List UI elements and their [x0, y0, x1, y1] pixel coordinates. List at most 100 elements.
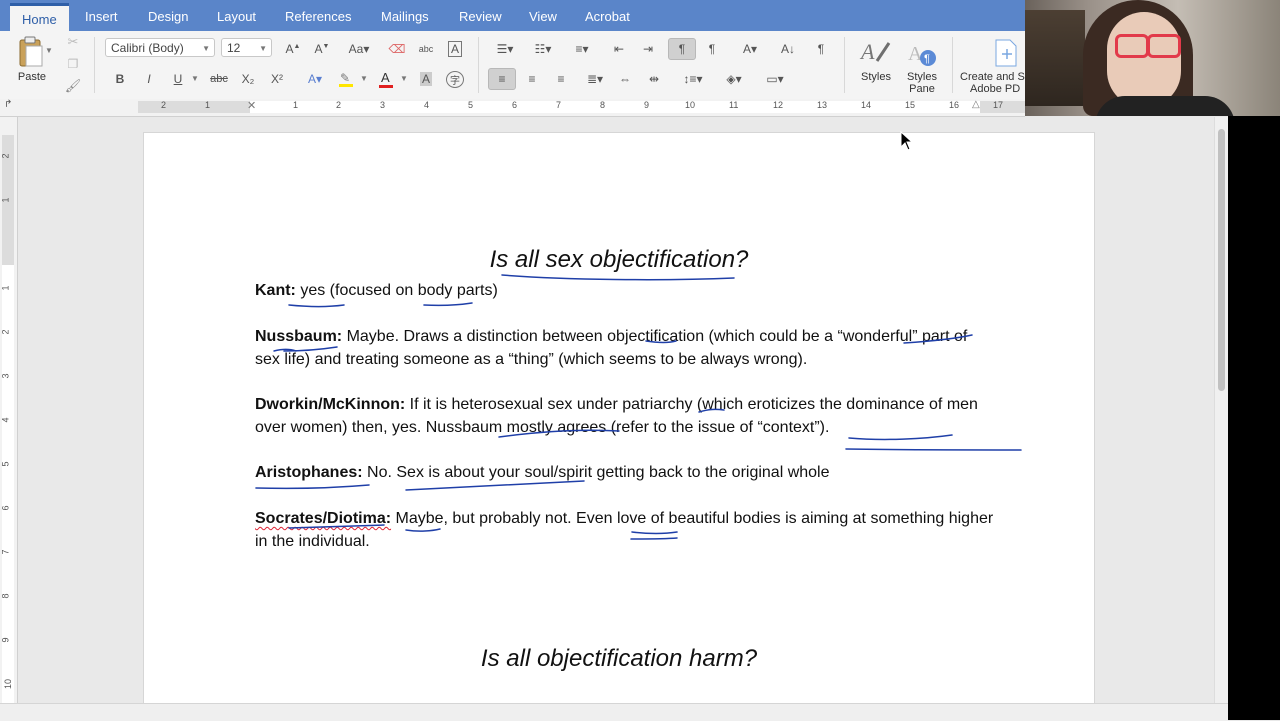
phonetic-guide-button[interactable]: abc [414, 38, 438, 60]
tab-home[interactable]: Home [10, 3, 69, 34]
webcam-shirt [1095, 96, 1235, 116]
strikethrough-button[interactable]: abc [205, 68, 233, 90]
decrease-indent-button[interactable]: ⇤ [606, 38, 632, 60]
highlighter-icon: ✎ [338, 71, 354, 87]
column-spacing-icon: ⇹ [648, 72, 660, 86]
pilcrow-icon: ¶ [817, 42, 825, 56]
styles-label: Styles [861, 71, 891, 83]
webcam-background [1025, 10, 1085, 106]
bullet-list-icon: ☰▾ [496, 42, 514, 56]
vruler-number: 10 [3, 678, 14, 690]
horizontal-ruler[interactable]: ↱ 2 1 ✕ 1 2 3 4 5 6 7 8 9 10 11 12 13 14… [0, 99, 1025, 117]
first-line-indent-marker-icon[interactable]: ✕ [247, 99, 256, 112]
vruler-number: 2 [0, 329, 11, 335]
superscript-button[interactable]: X² [264, 68, 290, 90]
column-spacing-button[interactable]: ⇹ [641, 68, 667, 90]
ruler-number: 10 [685, 100, 696, 110]
align-left-button[interactable]: ≡ [488, 68, 516, 90]
line-spacing-button[interactable]: ↕≡▾ [674, 68, 712, 90]
show-formatting-marks-button[interactable]: ¶ [807, 38, 835, 60]
text-effects-button[interactable]: A▾ [299, 68, 331, 90]
font-color-button[interactable]: A [372, 68, 400, 90]
styles-pane-button[interactable]: A ¶ [904, 37, 938, 69]
tab-selector-icon[interactable]: ↱ [4, 99, 12, 110]
distributed-button[interactable]: ⇔ [612, 68, 638, 90]
tab-design[interactable]: Design [136, 0, 200, 31]
paste-dropdown-caret-icon[interactable]: ▼ [44, 45, 54, 55]
underline-button[interactable]: U [166, 68, 190, 90]
font-size-select[interactable]: 12 ▼ [221, 38, 272, 57]
vruler-number: 5 [0, 461, 11, 467]
copy-icon[interactable]: ❐ [64, 55, 82, 73]
paragraph-dworkin-mckinnon[interactable]: Dworkin/McKinnon: If it is heterosexual … [255, 393, 995, 439]
asian-layout-button[interactable]: A▾ [732, 38, 768, 60]
svg-text:A: A [908, 43, 923, 65]
tab-layout[interactable]: Layout [205, 0, 268, 31]
borders-button[interactable]: ▭▾ [756, 68, 794, 90]
align-right-button[interactable]: ≡ [547, 68, 575, 90]
multilevel-list-button[interactable]: ≡▾ [564, 38, 600, 60]
paragraph-socrates-diotima[interactable]: Socrates/Diotima: Maybe, but probably no… [255, 507, 995, 553]
bullets-button[interactable]: ☰▾ [487, 38, 523, 60]
paste-button[interactable] [14, 35, 48, 69]
align-center-button[interactable]: ≡ [518, 68, 546, 90]
shrink-font-button[interactable]: A▼ [308, 38, 336, 60]
paragraph-nussbaum[interactable]: Nussbaum: Maybe. Draws a distinction bet… [255, 325, 995, 371]
numbered-list-icon: ☷▾ [534, 42, 552, 56]
styles-button[interactable]: A [858, 35, 894, 69]
numbering-button[interactable]: ☷▾ [525, 38, 561, 60]
tab-review[interactable]: Review [447, 0, 514, 31]
paragraph-name: Kant: [255, 282, 296, 299]
heading-1[interactable]: Is all sex objectification? [144, 246, 1094, 274]
right-indent-marker-icon[interactable]: △ [972, 99, 980, 110]
ltr-paragraph-button[interactable]: ¶ [668, 38, 696, 60]
subscript-button[interactable]: X₂ [235, 68, 261, 90]
format-painter-icon[interactable]: 🖌 [64, 77, 82, 95]
font-size-value: 12 [227, 41, 241, 55]
character-shading-button[interactable]: A [414, 68, 438, 90]
document-page[interactable]: Is all sex objectification? Kant: yes (f… [143, 132, 1095, 703]
justify-icon: ≣▾ [586, 72, 604, 86]
tab-references[interactable]: References [273, 0, 363, 31]
paragraph-aristophanes[interactable]: Aristophanes: No. Sex is about your soul… [255, 461, 995, 484]
paragraph-kant[interactable]: Kant: yes (focused on body parts) [255, 279, 995, 302]
tab-insert[interactable]: Insert [73, 0, 130, 31]
highlight-dropdown-caret-icon[interactable]: ▼ [360, 73, 368, 83]
ruler-margin-left [138, 101, 250, 113]
ink-underline [845, 448, 1022, 451]
increase-indent-button[interactable]: ⇥ [635, 38, 661, 60]
ribbon-tab-bar: Home Insert Design Layout References Mai… [0, 0, 1025, 34]
tab-acrobat[interactable]: Acrobat [573, 0, 642, 31]
grow-font-button[interactable]: A▲ [279, 38, 307, 60]
ribbon-separator [94, 37, 95, 93]
enclose-characters-button[interactable]: 字 [443, 68, 467, 90]
ruler-number: 16 [949, 100, 960, 110]
font-color-dropdown-caret-icon[interactable]: ▼ [400, 73, 408, 83]
underline-dropdown-caret-icon[interactable]: ▼ [191, 73, 199, 83]
change-case-button[interactable]: Aa▾ [341, 38, 377, 60]
ruler-number: 3 [380, 100, 386, 110]
cut-icon[interactable]: ✂ [64, 33, 82, 51]
character-border-button[interactable]: A [443, 38, 467, 60]
ruler-number: 1 [205, 100, 211, 110]
highlight-button[interactable]: ✎ [334, 68, 358, 90]
font-name-select[interactable]: Calibri (Body) ▼ [105, 38, 215, 57]
vruler-number: 4 [0, 417, 11, 423]
scrollbar-thumb[interactable] [1218, 129, 1225, 391]
document-canvas[interactable]: Is all sex objectification? Kant: yes (f… [18, 117, 1214, 703]
bold-button[interactable]: B [108, 68, 132, 90]
sort-button[interactable]: A↓ [774, 38, 802, 60]
webcam-glasses [1147, 34, 1181, 58]
clear-formatting-button[interactable]: ⌫ [384, 38, 410, 60]
justify-button[interactable]: ≣▾ [577, 68, 613, 90]
heading-2[interactable]: Is all objectification harm? [144, 645, 1094, 673]
create-adobe-pdf-button[interactable] [988, 37, 1022, 69]
rtl-paragraph-button[interactable]: ¶ [698, 38, 726, 60]
shading-button[interactable]: ◈▾ [716, 68, 752, 90]
tab-view[interactable]: View [517, 0, 569, 31]
paragraph-text: Maybe. Draws a distinction between objec… [255, 328, 968, 368]
vertical-scrollbar[interactable] [1214, 117, 1229, 703]
tab-mailings[interactable]: Mailings [369, 0, 441, 31]
vertical-ruler[interactable]: 2 1 1 2 3 4 5 6 7 8 9 10 [0, 117, 18, 720]
italic-button[interactable]: I [137, 68, 161, 90]
